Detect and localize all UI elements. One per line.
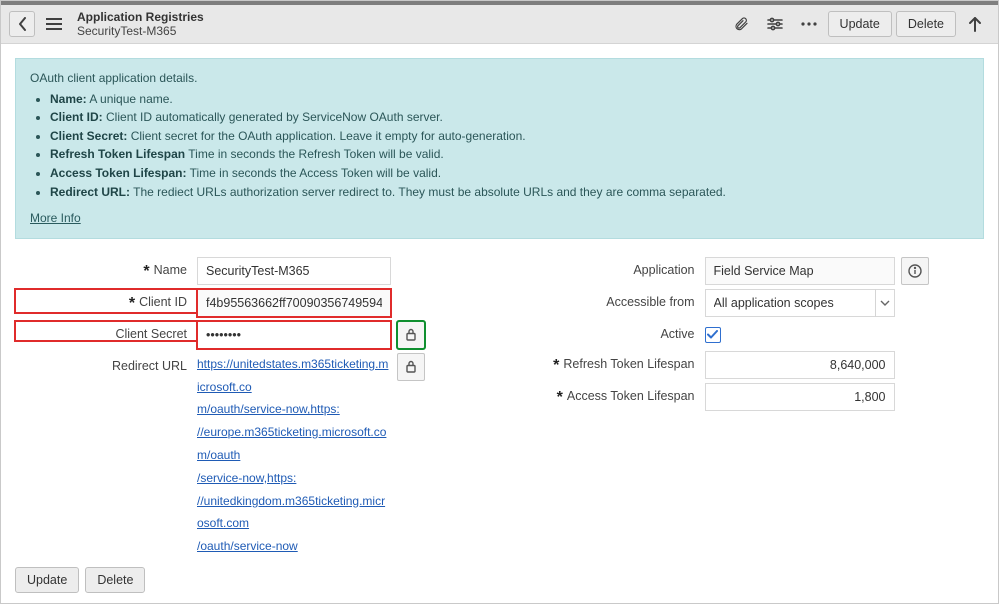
menu-icon [46,18,62,30]
info-item: Redirect URL: The rediect URLs authoriza… [50,183,969,202]
form-right-column: Application Accessible from [505,255,985,557]
bottom-actions: Update Delete [1,557,998,603]
info-item: Access Token Lifespan: Time in seconds t… [50,164,969,183]
chevron-left-icon [18,17,27,31]
refresh-token-label: Refresh Token Lifespan [505,351,705,375]
active-label: Active [505,321,705,341]
header-title: Application Registries [77,10,204,24]
delete-button-bottom[interactable]: Delete [85,567,145,593]
info-item: Name: A unique name. [50,90,969,109]
name-input[interactable] [197,257,391,285]
info-item: Client ID: Client ID automatically gener… [50,108,969,127]
scroll-up-button[interactable] [960,9,990,39]
access-token-input[interactable] [705,383,895,411]
info-item: Refresh Token Lifespan Time in seconds t… [50,145,969,164]
redirect-url-lock-button[interactable] [397,353,425,381]
settings-button[interactable] [760,9,790,39]
redirect-url-label: Redirect URL [15,353,197,373]
client-id-label: Client ID [15,289,197,313]
more-info-link[interactable]: More Info [30,211,81,225]
update-button[interactable]: Update [828,11,892,37]
redirect-url-value[interactable]: https://unitedstates.m365ticketing.micro… [197,353,391,557]
sliders-icon [767,17,783,31]
back-button[interactable] [9,11,35,37]
client-id-input[interactable] [197,289,391,317]
accessible-from-label: Accessible from [505,289,705,309]
info-lead: OAuth client application details. [30,69,969,88]
application-label: Application [505,257,705,277]
active-checkbox[interactable] [705,327,721,343]
application-info-button[interactable] [901,257,929,285]
check-icon [707,330,718,339]
access-token-label: Access Token Lifespan [505,383,705,407]
info-item: Client Secret: Client secret for the OAu… [50,127,969,146]
header-subtitle: SecurityTest-M365 [77,24,204,38]
lock-icon [406,328,416,341]
application-input[interactable] [705,257,895,285]
more-actions-button[interactable] [794,9,824,39]
update-button-bottom[interactable]: Update [15,567,79,593]
refresh-token-input[interactable] [705,351,895,379]
info-icon [908,264,922,278]
accessible-from-select[interactable] [705,289,895,317]
attachment-button[interactable] [726,9,756,39]
delete-button[interactable]: Delete [896,11,956,37]
paperclip-icon [733,16,749,32]
menu-button[interactable] [39,9,69,39]
client-secret-label: Client Secret [15,321,197,341]
name-label: Name [15,257,197,281]
info-panel: OAuth client application details. Name: … [15,58,984,239]
arrow-up-icon [968,16,982,32]
form-header: Application Registries SecurityTest-M365… [1,5,998,44]
client-secret-input[interactable] [197,321,391,349]
form-left-column: Name Client ID Client Secret [15,255,495,557]
lock-icon [406,360,416,373]
ellipsis-icon [801,22,817,26]
client-secret-unlock-button[interactable] [397,321,425,349]
